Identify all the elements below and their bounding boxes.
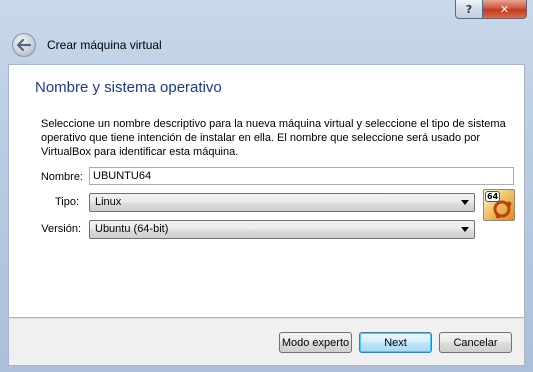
name-field[interactable]: UBUNTU64	[89, 167, 514, 185]
name-label: Nombre:	[40, 171, 83, 183]
help-button[interactable]: ?	[455, 0, 483, 19]
version-select-value: Ubuntu (64-bit)	[95, 223, 169, 235]
os-type-icon: 64	[483, 189, 515, 221]
back-button[interactable]	[12, 33, 36, 57]
type-label: Tipo:	[54, 196, 79, 208]
version-select[interactable]: Ubuntu (64-bit)	[89, 220, 475, 239]
expert-mode-button[interactable]: Modo experto	[279, 332, 352, 353]
caption-buttons: ? ✕	[455, 0, 527, 19]
close-button[interactable]: ✕	[483, 0, 527, 19]
ubuntu-logo-icon	[493, 200, 512, 219]
chevron-down-icon	[461, 200, 469, 205]
chevron-down-icon	[461, 227, 469, 232]
wizard-header: Crear máquina virtual	[8, 30, 525, 64]
window-frame: ? ✕ Crear máquina virtual Nombre y siste…	[0, 0, 533, 372]
arrow-left-icon	[17, 39, 31, 51]
type-select-value: Linux	[95, 196, 122, 208]
version-label: Versión:	[41, 223, 81, 235]
type-select[interactable]: Linux	[89, 193, 475, 212]
page-description: Seleccione un nombre descriptivo para la…	[41, 118, 506, 158]
wizard-button-bar: Modo experto Next Cancelar	[8, 318, 525, 366]
wizard-title: Crear máquina virtual	[47, 38, 162, 52]
cancel-button[interactable]: Cancelar	[439, 332, 512, 353]
next-button[interactable]: Next	[359, 332, 432, 353]
wizard-page: Nombre y sistema operativo Seleccione un…	[8, 64, 525, 318]
page-title: Nombre y sistema operativo	[35, 79, 222, 96]
